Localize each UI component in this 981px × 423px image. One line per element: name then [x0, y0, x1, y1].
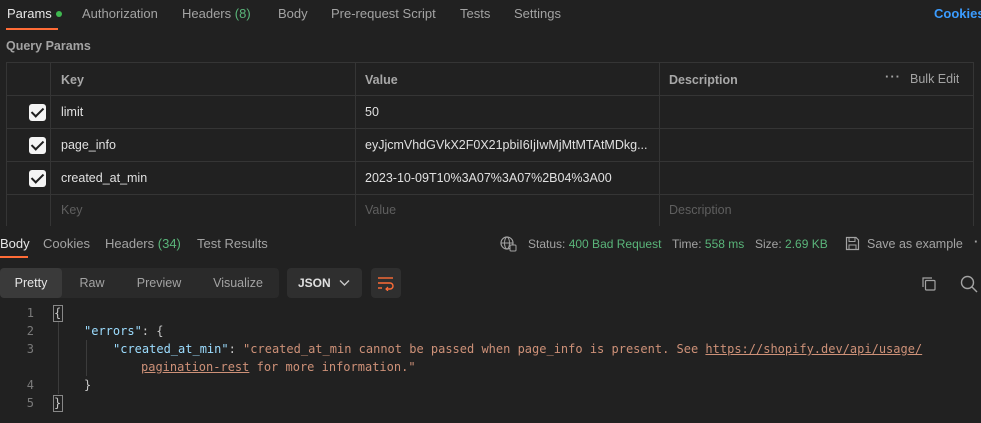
tab-headers-label: Headers: [182, 6, 232, 21]
tab-settings[interactable]: Settings: [514, 6, 561, 21]
json-key-created-at-min: "created_at_min": [113, 342, 229, 356]
table-row-divider: [6, 161, 974, 162]
response-time: Time: 558 ms: [672, 237, 744, 251]
table-header-divider: [6, 95, 974, 96]
row-enabled-checkbox[interactable]: [29, 137, 46, 154]
json-punctuation: : {: [141, 324, 164, 338]
table-border-right: [973, 62, 974, 226]
json-key-errors: "errors": [84, 324, 142, 338]
active-tab-underline: [6, 28, 58, 30]
table-border-left: [6, 62, 7, 226]
chevron-down-icon: [339, 280, 350, 286]
line-number: 3: [26, 342, 34, 356]
line-number: 5: [26, 396, 34, 410]
param-key[interactable]: created_at_min: [61, 171, 346, 185]
indent-guide: [86, 340, 87, 376]
network-globe-icon[interactable]: [500, 236, 517, 252]
param-key[interactable]: page_info: [61, 138, 346, 152]
tab-authorization[interactable]: Authorization: [82, 6, 158, 21]
table-border-top: [6, 62, 974, 63]
response-headers-count: (34): [157, 236, 181, 251]
bulk-edit-button[interactable]: Bulk Edit: [910, 72, 959, 86]
json-inner-close-brace: }: [84, 378, 92, 392]
line-number: 2: [26, 324, 34, 338]
tab-headers[interactable]: Headers (8): [182, 6, 251, 21]
save-as-example-button[interactable]: Save as example: [867, 237, 963, 251]
search-icon[interactable]: [960, 275, 978, 293]
status-label: Status:: [528, 237, 566, 251]
response-tab-cookies[interactable]: Cookies: [43, 236, 90, 251]
status-value: 400 Bad Request: [568, 237, 662, 251]
new-value-input[interactable]: Value: [365, 203, 396, 217]
line-number: 1: [26, 306, 34, 320]
tab-body[interactable]: Body: [278, 6, 308, 21]
query-params-title: Query Params: [6, 39, 91, 53]
column-header-value: Value: [365, 73, 398, 87]
table-col-divider: [50, 62, 51, 226]
column-header-key: Key: [61, 73, 84, 87]
json-open-brace: {: [54, 306, 62, 320]
new-description-input[interactable]: Description: [669, 203, 732, 217]
wrap-lines-icon: [378, 277, 394, 291]
new-key-input[interactable]: Key: [61, 203, 83, 217]
response-tab-body[interactable]: Body: [0, 236, 30, 251]
time-label: Time:: [672, 237, 702, 251]
tab-params[interactable]: Params: [7, 6, 62, 21]
size-label: Size:: [755, 237, 782, 251]
response-tab-test-results[interactable]: Test Results: [197, 236, 268, 251]
json-punctuation: :: [228, 342, 244, 356]
more-options-icon[interactable]: ···: [885, 69, 901, 84]
response-active-underline: [0, 256, 28, 258]
view-mode-preview[interactable]: Preview: [128, 268, 190, 298]
json-line-errors: "errors": {: [84, 324, 163, 338]
view-mode-visualize[interactable]: Visualize: [202, 268, 274, 298]
row-enabled-checkbox[interactable]: [29, 170, 46, 187]
save-icon: [845, 236, 860, 251]
tab-pre-request-script[interactable]: Pre-request Script: [331, 6, 436, 21]
format-select[interactable]: JSON: [287, 268, 362, 298]
table-col-divider: [659, 62, 660, 226]
json-line-message: "created_at_min": "created_at_min cannot…: [113, 342, 922, 356]
query-params-table: Key Value Description ··· Bulk Edit limi…: [6, 62, 974, 226]
docs-link-continued[interactable]: pagination-rest: [141, 360, 249, 374]
indent-guide: [58, 322, 59, 394]
param-value[interactable]: eyJjcmVhdGVkX2F0X21pbiI6IjIwMjMtMTAtMDkg…: [365, 138, 652, 152]
json-string-message-end: for more information.": [249, 360, 416, 374]
response-status: Status: 400 Bad Request: [528, 237, 661, 251]
param-value[interactable]: 2023-10-09T10%3A07%3A07%2B04%3A00: [365, 171, 652, 185]
tab-tests[interactable]: Tests: [460, 6, 490, 21]
response-more-icon[interactable]: ·: [974, 234, 979, 249]
param-key[interactable]: limit: [61, 105, 346, 119]
row-enabled-checkbox[interactable]: [29, 104, 46, 121]
response-tab-headers-label: Headers: [105, 236, 155, 251]
param-value[interactable]: 50: [365, 105, 650, 119]
time-value: 558 ms: [704, 237, 745, 251]
json-string-message: "created_at_min cannot be passed when pa…: [243, 342, 706, 356]
json-line-message-wrap: pagination-rest for more information.": [141, 360, 416, 374]
response-size: Size: 2.69 KB: [755, 237, 828, 251]
headers-count: (8): [234, 6, 251, 21]
params-active-dot: [55, 10, 62, 17]
response-tab-headers[interactable]: Headers (34): [105, 236, 181, 251]
size-value: 2.69 KB: [785, 237, 828, 251]
tab-params-label: Params: [7, 6, 52, 21]
docs-link[interactable]: https://shopify.dev/api/usage/: [705, 342, 922, 356]
copy-icon[interactable]: [921, 276, 937, 292]
wrap-lines-button[interactable]: [371, 268, 401, 298]
table-row-divider: [6, 128, 974, 129]
column-header-description: Description: [669, 73, 738, 87]
json-close-brace: }: [54, 396, 62, 410]
table-row-divider: [6, 194, 974, 195]
view-mode-raw[interactable]: Raw: [66, 268, 118, 298]
cookies-link[interactable]: Cookies: [934, 6, 981, 21]
table-col-divider: [355, 62, 356, 226]
view-mode-pretty[interactable]: Pretty: [0, 268, 62, 298]
format-select-value: JSON: [298, 276, 331, 290]
line-number: 4: [26, 378, 34, 392]
